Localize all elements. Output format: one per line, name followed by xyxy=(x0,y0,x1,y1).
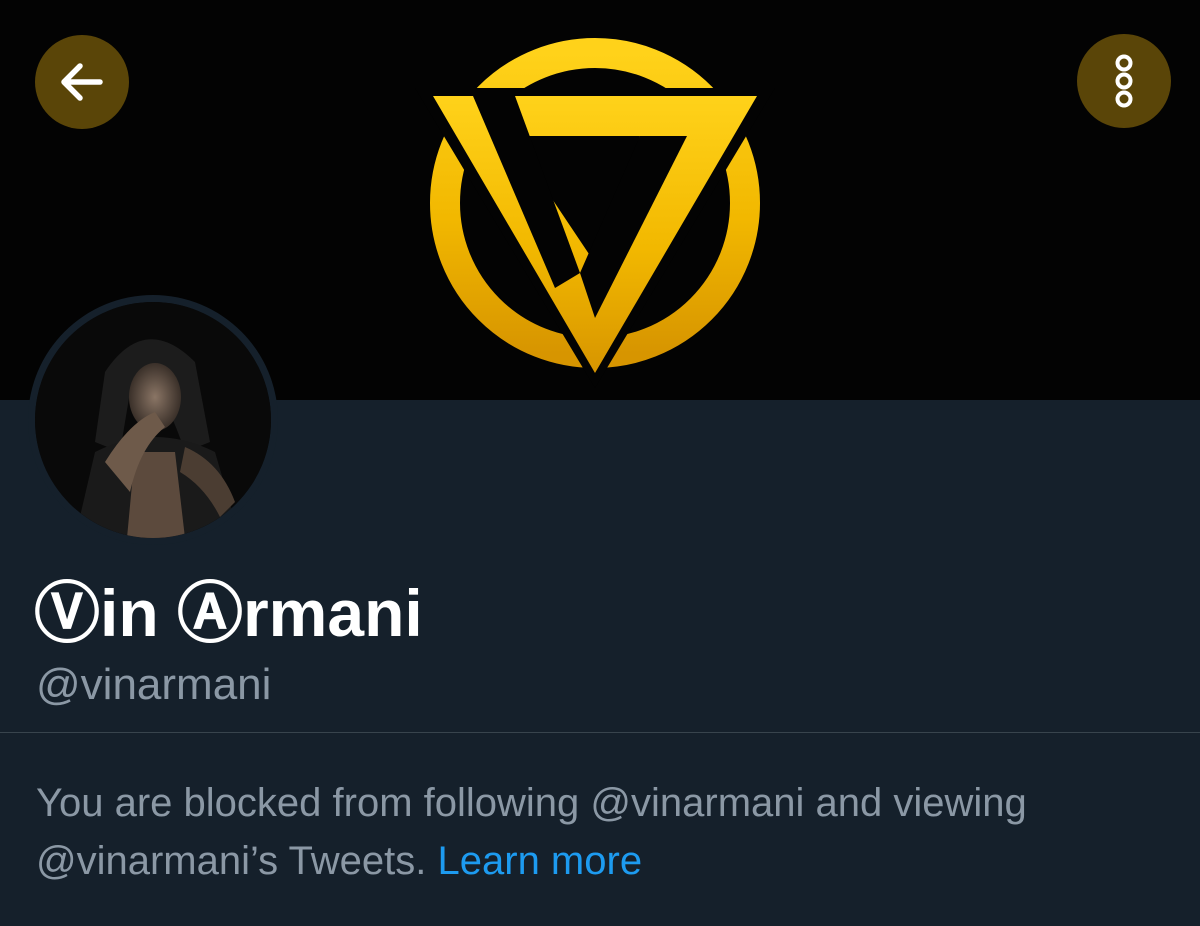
learn-more-link[interactable]: Learn more xyxy=(438,839,643,883)
avatar-frame[interactable] xyxy=(28,295,278,545)
back-button[interactable] xyxy=(35,35,129,129)
blocked-notice: You are blocked from following @vinarman… xyxy=(36,774,1176,890)
more-vertical-icon xyxy=(1115,54,1133,108)
gold-v-logo xyxy=(415,38,775,388)
profile-handle: @vinarmani xyxy=(36,660,272,709)
more-options-button[interactable] xyxy=(1077,34,1171,128)
divider xyxy=(0,732,1200,733)
arrow-left-icon xyxy=(61,63,103,101)
hooded-man-avatar xyxy=(35,302,271,538)
display-name: Ⓥin Ⓐrmani xyxy=(34,576,423,650)
profile-page: Ⓥin Ⓐrmani @vinarmani You are blocked fr… xyxy=(0,0,1200,926)
avatar[interactable] xyxy=(35,302,271,538)
